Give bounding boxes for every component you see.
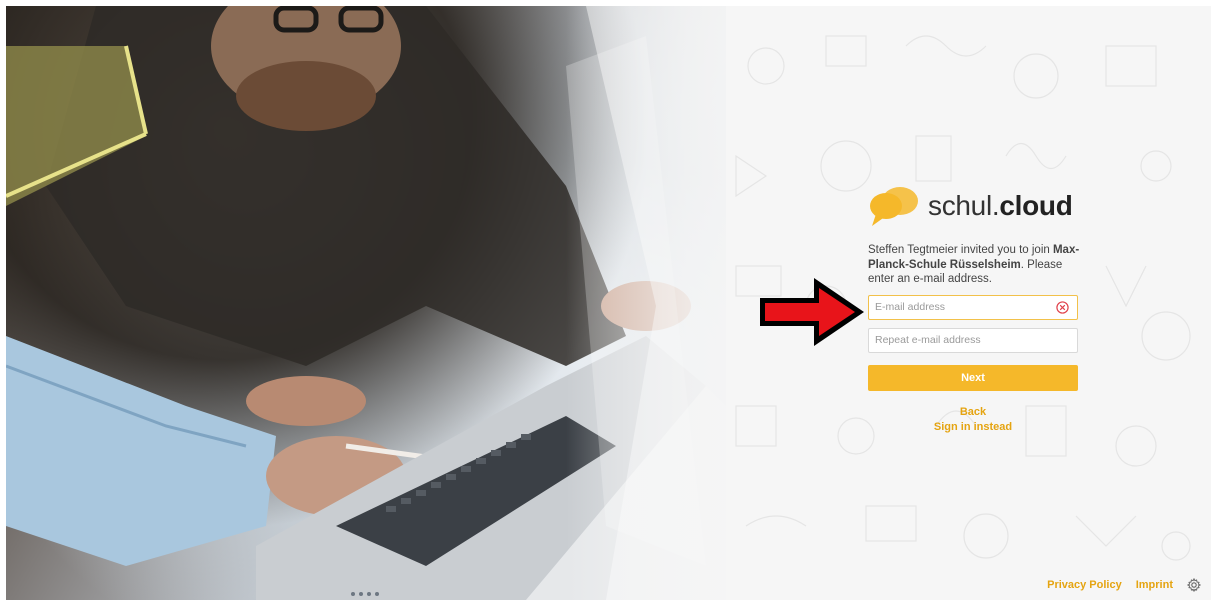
clear-circle-icon[interactable]: [1056, 300, 1069, 314]
email-field[interactable]: [868, 294, 1078, 320]
imprint-link[interactable]: Imprint: [1136, 579, 1173, 591]
logo: schul.cloud: [868, 181, 1088, 231]
registration-panel: schul.cloud Steffen Tegtmeier invited yo…: [868, 181, 1088, 435]
sign-in-link[interactable]: Sign in instead: [868, 420, 1078, 435]
speech-bubbles-icon: [870, 187, 918, 226]
page-frame: schul.cloud Steffen Tegtmeier invited yo…: [6, 6, 1211, 600]
gear-icon[interactable]: [1187, 578, 1201, 592]
brand-name: schul.cloud: [928, 190, 1073, 221]
repeat-email-input[interactable]: [869, 328, 1077, 352]
invite-text: Steffen Tegtmeier invited you to join Ma…: [868, 244, 1080, 285]
email-input[interactable]: [869, 295, 1077, 319]
privacy-policy-link[interactable]: Privacy Policy: [1047, 579, 1122, 591]
red-arrow-icon: [760, 278, 864, 346]
carousel-dots: [351, 592, 379, 596]
back-link[interactable]: Back: [868, 405, 1078, 420]
secondary-links: Back Sign in instead: [868, 405, 1078, 435]
footer: Privacy Policy Imprint: [1047, 578, 1201, 592]
next-button[interactable]: Next: [868, 364, 1078, 391]
repeat-email-field[interactable]: [868, 327, 1078, 353]
